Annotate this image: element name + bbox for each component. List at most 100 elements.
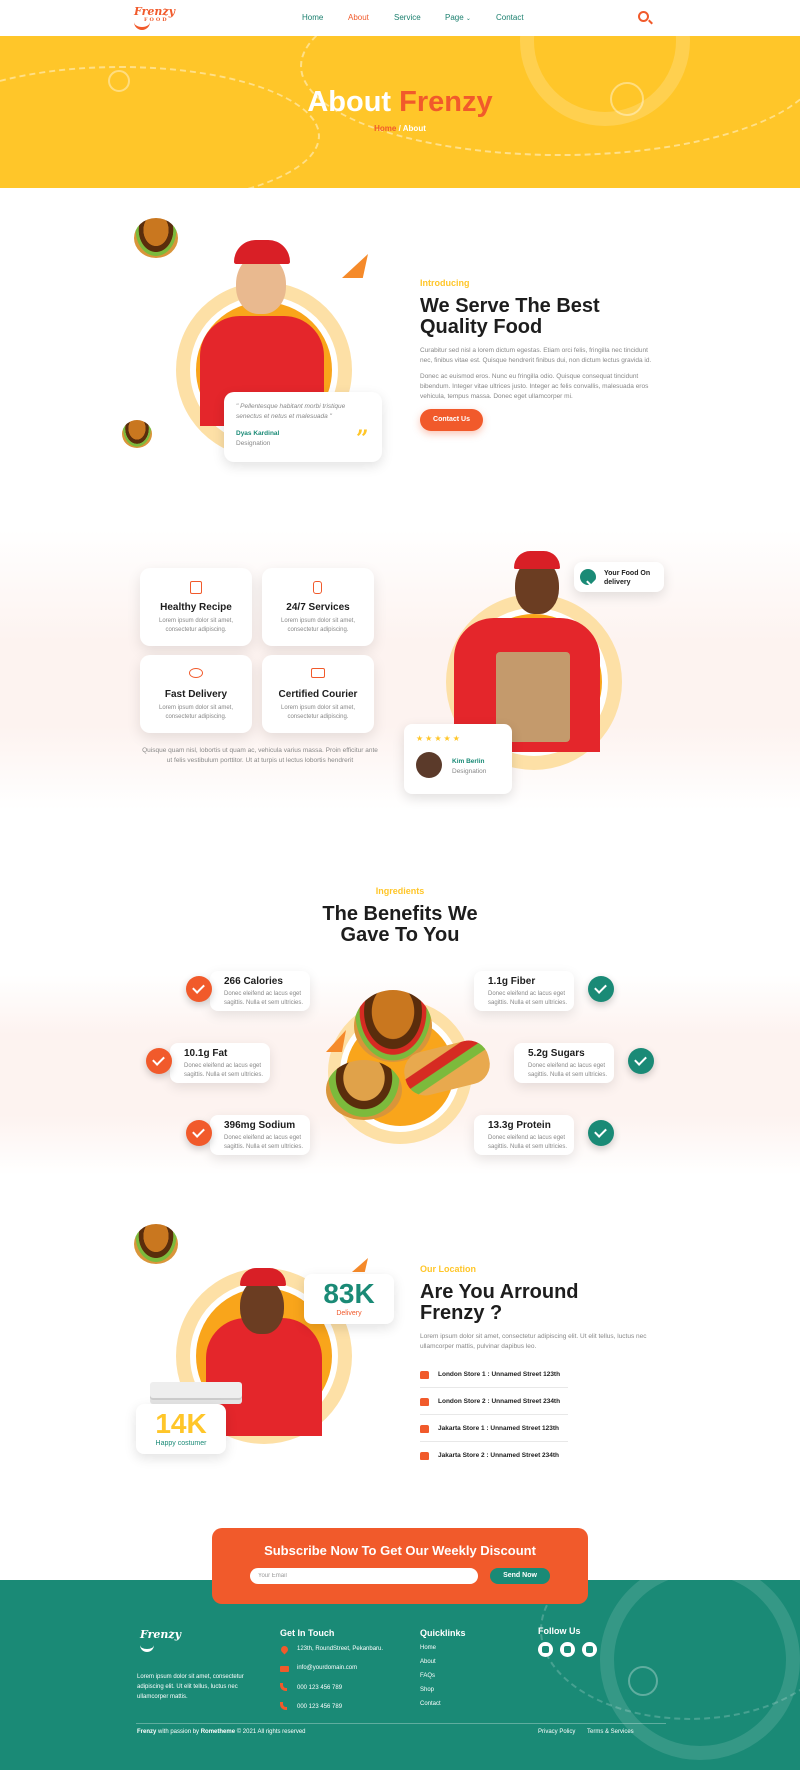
top-nav: Frenzy FOOD Home About Service Page ⌄ Con… — [0, 0, 800, 36]
feature-title: Certified Courier — [278, 689, 358, 700]
location-pin-icon — [279, 1644, 290, 1655]
burger-image — [134, 1224, 178, 1264]
check-icon — [588, 1120, 614, 1146]
logo-swoosh-icon — [140, 1643, 154, 1652]
store-list-item[interactable]: London Store 1 : Unnamed Street 123th — [420, 1362, 568, 1388]
store-icon — [420, 1425, 429, 1433]
feature-card-certified-courier: Certified Courier Lorem ipsum dolor sit … — [262, 655, 374, 733]
burger-image — [122, 420, 152, 448]
subscribe-title: Subscribe Now To Get Our Weekly Discount — [264, 1543, 536, 1558]
phone-icon — [280, 1683, 287, 1691]
avatar — [416, 752, 442, 778]
page-title: About Frenzy — [307, 86, 493, 118]
testimonial-name: Dyas Kardinal — [236, 430, 280, 437]
store-list-item[interactable]: Jakarta Store 2 : Unnamed Street 234th — [420, 1443, 568, 1469]
footer-link-shop[interactable]: Shop — [420, 1687, 434, 1693]
email-input[interactable] — [250, 1568, 478, 1584]
recipe-icon — [190, 581, 202, 594]
benefit-text: Donec eleifend ac lacus eget sagittis. N… — [184, 1063, 264, 1078]
benefit-title: 266 Calories — [224, 976, 283, 987]
breadcrumb-home[interactable]: Home — [374, 124, 396, 133]
intro-paragraph-2: Donec ac euismod eros. Nunc eu fringilla… — [420, 373, 649, 400]
check-icon — [146, 1048, 172, 1074]
phone-man-head — [240, 1278, 284, 1334]
store-list-item[interactable]: Jakarta Store 1 : Unnamed Street 123th — [420, 1416, 568, 1442]
location-heading: Are You Arround Frenzy ? — [420, 1281, 579, 1324]
benefit-title: 5.2g Sugars — [528, 1048, 585, 1059]
feature-text: Lorem ipsum dolor sit amet, consectetur … — [280, 618, 356, 633]
store-text: London Store 1 : Unnamed Street 123th — [438, 1371, 561, 1378]
store-list-item[interactable]: London Store 2 : Unnamed Street 234th — [420, 1389, 568, 1415]
benefit-card: 396mg Sodium Donec eleifend ac lacus ege… — [210, 1115, 310, 1155]
footer-link-contact[interactable]: Contact — [420, 1701, 441, 1707]
footer-contact-title: Get In Touch — [280, 1628, 335, 1638]
review-name: Kim Berlin — [452, 758, 485, 765]
intro-paragraph-1: Curabitur sed nisl a lorem dictum egesta… — [420, 347, 652, 364]
phone-icon — [313, 581, 322, 594]
pizza-slice-image — [342, 254, 368, 278]
store-text: Jakarta Store 1 : Unnamed Street 123th — [438, 1425, 560, 1432]
benefit-text: Donec eleifend ac lacus eget sagittis. N… — [488, 1135, 568, 1150]
phone-icon — [280, 1702, 287, 1710]
delivery-stat-card: 83K Delivery — [304, 1274, 394, 1324]
footer-links-title: Quicklinks — [420, 1628, 466, 1638]
store-icon — [420, 1371, 429, 1379]
benefit-card: 266 Calories Donec eleifend ac lacus ege… — [210, 971, 310, 1011]
benefit-text: Donec eleifend ac lacus eget sagittis. N… — [224, 1135, 304, 1150]
contact-us-button[interactable]: Contact Us — [420, 409, 483, 431]
feature-title: Fast Delivery — [164, 689, 228, 700]
twitter-icon[interactable] — [560, 1642, 575, 1657]
footer-phone-2[interactable]: 000 123 456 789 — [297, 1702, 342, 1712]
check-icon — [580, 569, 596, 585]
youtube-icon[interactable] — [582, 1642, 597, 1657]
facebook-icon[interactable] — [538, 1642, 553, 1657]
send-now-button[interactable]: Send Now — [490, 1568, 550, 1584]
terms-link[interactable]: Terms & Services — [587, 1729, 634, 1735]
benefit-card: 5.2g Sugars Donec eleifend ac lacus eget… — [514, 1043, 614, 1083]
customer-stat-card: 14K Happy costumer — [136, 1404, 226, 1454]
feature-card-fast-delivery: Fast Delivery Lorem ipsum dolor sit amet… — [140, 655, 252, 733]
pizza-box-image — [150, 1382, 242, 1398]
benefit-text: Donec eleifend ac lacus eget sagittis. N… — [488, 991, 568, 1006]
copyright: Frenzy with passion by Rometheme © 2021 … — [137, 1729, 306, 1735]
footer-phone-1[interactable]: 000 123 456 789 — [297, 1683, 342, 1693]
nav-page[interactable]: Page ⌄ — [445, 13, 471, 22]
customer-stat-label: Happy costumer — [155, 1440, 207, 1447]
location-eyebrow: Our Location — [420, 1264, 476, 1274]
benefit-title: 396mg Sodium — [224, 1120, 296, 1131]
footer-link-home[interactable]: Home — [420, 1645, 436, 1651]
search-icon[interactable] — [638, 11, 649, 22]
privacy-policy-link[interactable]: Privacy Policy — [538, 1729, 575, 1735]
delivery-badge: Your Food On delivery — [574, 562, 664, 592]
page-banner: About Frenzy Home / About — [0, 36, 800, 188]
benefit-title: 10.1g Fat — [184, 1048, 228, 1059]
nav-contact[interactable]: Contact — [496, 13, 524, 22]
intro-heading: We Serve The Best Quality Food — [420, 295, 600, 338]
footer-logo[interactable]: Frenzy — [140, 1628, 181, 1641]
benefit-title: 1.1g Fiber — [488, 976, 536, 987]
check-icon — [588, 976, 614, 1002]
footer-link-about[interactable]: About — [420, 1659, 436, 1665]
nav-home[interactable]: Home — [302, 13, 323, 22]
feature-card-services: 24/7 Services Lorem ipsum dolor sit amet… — [262, 568, 374, 646]
nav-about[interactable]: About — [348, 13, 369, 22]
benefit-card: 1.1g Fiber Donec eleifend ac lacus eget … — [474, 971, 574, 1011]
nav-service[interactable]: Service — [394, 13, 421, 22]
benefits-eyebrow: Ingredients — [375, 886, 425, 896]
store-text: London Store 2 : Unnamed Street 234th — [438, 1398, 561, 1405]
quote-icon: ” — [356, 426, 369, 452]
testimonial-role: Designation — [236, 440, 271, 447]
feature-text: Lorem ipsum dolor sit amet, consectetur … — [158, 618, 234, 633]
breadcrumb: Home / About — [374, 124, 426, 133]
footer: Frenzy Lorem ipsum dolor sit amet, conse… — [0, 1580, 800, 1770]
burger-image — [326, 1060, 402, 1120]
location-paragraph: Lorem ipsum dolor sit amet, consectetur … — [420, 1333, 647, 1350]
page: Frenzy FOOD Home About Service Page ⌄ Con… — [0, 0, 800, 1770]
features-background — [0, 530, 800, 810]
footer-link-faqs[interactable]: FAQs — [420, 1673, 435, 1679]
benefit-card: 10.1g Fat Donec eleifend ac lacus eget s… — [170, 1043, 270, 1083]
footer-email[interactable]: info@yourdomain.com — [297, 1663, 357, 1673]
breadcrumb-current: About — [402, 124, 426, 133]
customer-stat-value: 14K — [155, 1408, 207, 1439]
star-rating: ★★★★★ — [416, 734, 462, 743]
